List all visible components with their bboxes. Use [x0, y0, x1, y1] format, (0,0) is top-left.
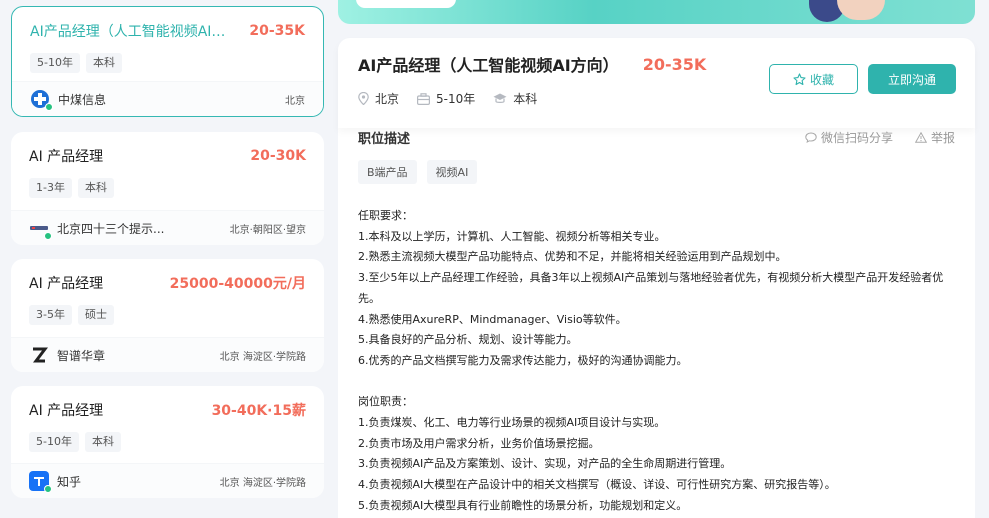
- experience-tag: 5-10年: [29, 432, 79, 452]
- skill-tag: B端产品: [358, 160, 417, 184]
- requirement-item: 4.熟悉使用AxureRP、Mindmanager、Visio等软件。: [358, 312, 627, 326]
- job-title: AI 产品经理: [29, 276, 104, 292]
- requirement-item: 3.至少5年以上产品经理工作经验，具备3年以上视频AI产品策划与落地经验者优先，…: [358, 271, 944, 305]
- duties-heading: 岗位职责：: [358, 395, 413, 409]
- requirement-item: 5.具备良好的产品分析、规划、设计等能力。: [358, 333, 578, 347]
- online-status-icon: [44, 232, 52, 240]
- skill-tag: 视频AI: [426, 160, 478, 184]
- job-description-panel: 职位描述 微信扫码分享 举报 B端产品 视频AI 任职要求： 1.本科及以上学历…: [338, 120, 975, 518]
- experience-tag: 5-10年: [30, 53, 80, 73]
- chat-bubble-icon: [805, 132, 817, 143]
- job-location: 北京: [285, 95, 305, 107]
- meta-city: 北京: [358, 90, 399, 107]
- company-logo-icon: [30, 89, 53, 111]
- banner-illustration: [837, 0, 885, 20]
- promo-banner: [338, 0, 975, 24]
- company-name: 知乎: [57, 474, 82, 489]
- share-label: 微信扫码分享: [820, 131, 893, 145]
- job-card-1[interactable]: AI产品经理（人工智能视频AI方... 20-35K 5-10年 本科 中煤信息…: [11, 6, 324, 117]
- company-row: 智谱华章 北京 海淀区·学院路: [11, 337, 324, 372]
- education-tag: 硕士: [77, 305, 114, 325]
- education-tag: 本科: [85, 53, 122, 73]
- job-card-2[interactable]: AI 产品经理 20-30K 1-3年 本科 北京四十三个提示... 北京·朝阳…: [11, 132, 324, 245]
- section-title: 职位描述: [358, 132, 411, 147]
- job-description-text: 任职要求： 1.本科及以上学历，计算机、人工智能、视频分析等相关专业。 2.熟悉…: [358, 206, 957, 517]
- company-row: 中煤信息 北京: [12, 81, 323, 116]
- job-salary: 20-30K: [250, 148, 306, 164]
- location-pin-icon: [358, 92, 369, 105]
- warning-icon: [914, 132, 927, 143]
- requirements-heading: 任职要求：: [358, 209, 413, 222]
- online-status-icon: [44, 485, 52, 493]
- job-card-3[interactable]: AI 产品经理 25000-40000元/月 3-5年 硕士 智谱华章 北京 海…: [11, 259, 324, 372]
- chat-now-label: 立即沟通: [887, 72, 936, 87]
- job-salary: 25000-40000元/月: [169, 276, 306, 292]
- company-name: 中煤信息: [58, 92, 107, 107]
- banner-pill: [356, 0, 456, 8]
- duty-item: 2.负责市场及用户需求分析，业务价值场景挖掘。: [358, 436, 600, 450]
- requirement-item: 2.熟悉主流视频大模型产品功能特点、优势和不足，并能将相关经验运用到产品规划中。: [358, 250, 787, 264]
- online-status-icon: [45, 103, 53, 111]
- detail-salary: 20-35K: [642, 54, 707, 74]
- duty-item: 4.负责视频AI大模型在产品设计中的相关文档撰写（概设、详设、可行性研究方案、研…: [358, 478, 836, 492]
- job-salary: 20-35K: [249, 23, 305, 39]
- job-location: 北京·朝阳区·望京: [229, 224, 306, 236]
- graduation-cap-icon: [493, 93, 507, 103]
- requirement-item: 6.优秀的产品文档撰写能力及需求传达能力，极好的沟通协调能力。: [358, 353, 688, 367]
- job-title: AI 产品经理: [29, 403, 104, 419]
- company-logo-icon: [29, 345, 49, 365]
- report-label: 举报: [930, 131, 955, 145]
- job-title: AI产品经理（人工智能视频AI方...: [30, 24, 230, 40]
- experience-tag: 3-5年: [29, 305, 72, 325]
- meta-education: 本科: [493, 90, 537, 107]
- company-name: 智谱华章: [57, 348, 106, 363]
- chat-now-button[interactable]: 立即沟通: [868, 64, 956, 94]
- education-tag: 本科: [77, 178, 114, 198]
- detail-city: 北京: [375, 92, 400, 106]
- education-tag: 本科: [84, 432, 121, 452]
- detail-job-title: AI产品经理（人工智能视频AI方向）: [358, 56, 619, 75]
- detail-experience: 5-10年: [436, 92, 476, 106]
- wechat-share-link[interactable]: 微信扫码分享: [805, 129, 893, 146]
- experience-tag: 1-3年: [29, 178, 72, 198]
- job-salary: 30-40K·15薪: [211, 403, 306, 419]
- company-name: 北京四十三个提示...: [57, 221, 165, 236]
- job-detail-header: AI产品经理（人工智能视频AI方向） 20-35K 北京 5-10年 本科 收藏…: [338, 38, 975, 128]
- star-icon: [793, 72, 806, 85]
- duty-item: 5.负责视频AI大模型具有行业前瞻性的场景分析，功能规划和定义。: [358, 498, 688, 512]
- job-location: 北京 海淀区·学院路: [219, 477, 306, 489]
- favorite-button[interactable]: 收藏: [769, 64, 858, 94]
- job-title: AI 产品经理: [29, 149, 104, 165]
- detail-education: 本科: [513, 92, 538, 106]
- company-row: 知乎 北京 海淀区·学院路: [11, 463, 324, 498]
- job-location: 北京 海淀区·学院路: [219, 351, 306, 363]
- favorite-label: 收藏: [809, 72, 834, 87]
- meta-experience: 5-10年: [417, 90, 475, 107]
- company-logo-icon: [29, 218, 52, 240]
- company-logo-icon: [29, 471, 52, 493]
- requirement-item: 1.本科及以上学历，计算机、人工智能、视频分析等相关专业。: [358, 229, 666, 243]
- report-link[interactable]: 举报: [914, 129, 955, 146]
- briefcase-icon: [417, 92, 431, 105]
- company-row: 北京四十三个提示... 北京·朝阳区·望京: [11, 210, 324, 245]
- duty-item: 3.负责视频AI产品及方案策划、设计、实现，对产品的全生命周期进行管理。: [358, 457, 732, 471]
- duty-item: 1.负责煤炭、化工、电力等行业场景的视频AI项目设计与实现。: [358, 416, 666, 430]
- job-card-4[interactable]: AI 产品经理 30-40K·15薪 5-10年 本科 知乎 北京 海淀区·学院…: [11, 386, 324, 498]
